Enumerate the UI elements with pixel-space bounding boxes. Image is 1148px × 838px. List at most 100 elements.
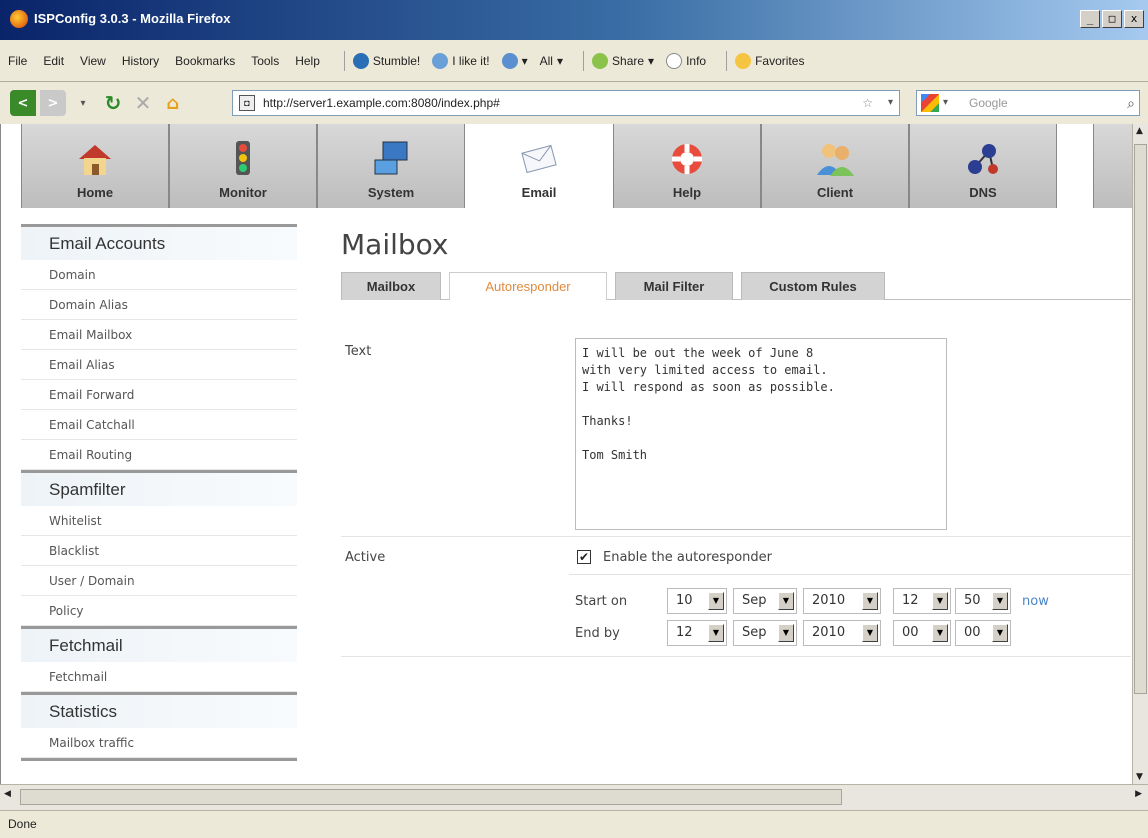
form-tabs: Mailbox Autoresponder Mail Filter Custom… bbox=[341, 270, 1131, 300]
navigation-bar: < > ▾ ↻ ✕ ⌂ ◘ http://server1.example.com… bbox=[0, 82, 1148, 124]
sidebar-heading-email-accounts: Email Accounts bbox=[21, 224, 297, 260]
scroll-left-icon[interactable]: ◀ bbox=[4, 789, 11, 799]
sidebar-item-mailbox-traffic[interactable]: Mailbox traffic bbox=[21, 728, 297, 758]
search-engine-dropdown-icon[interactable]: ▾ bbox=[943, 91, 948, 115]
menu-history[interactable]: History bbox=[122, 54, 159, 68]
end-month-select[interactable]: Sep ▼ bbox=[733, 620, 797, 646]
minimize-button[interactable]: _ bbox=[1080, 10, 1100, 28]
tab-client-label: Client bbox=[816, 185, 854, 200]
dropdown-arrow-icon: ▼ bbox=[708, 624, 724, 642]
menu-edit[interactable]: Edit bbox=[43, 54, 64, 68]
start-month-select[interactable]: Sep ▼ bbox=[733, 588, 797, 614]
chevron-down-icon: ▾ bbox=[556, 53, 564, 68]
search-placeholder: Google bbox=[969, 96, 1008, 110]
all-label: All bbox=[539, 53, 553, 68]
tab-system[interactable]: System bbox=[317, 124, 465, 208]
tab-monitor[interactable]: Monitor bbox=[169, 124, 317, 208]
tab-home[interactable]: Home bbox=[21, 124, 169, 208]
users-icon bbox=[815, 139, 855, 179]
sidebar-item-blacklist[interactable]: Blacklist bbox=[21, 536, 297, 566]
url-bar[interactable]: ◘ http://server1.example.com:8080/index.… bbox=[232, 90, 900, 116]
reload-icon[interactable]: ↻ bbox=[100, 90, 126, 116]
menu-bookmarks[interactable]: Bookmarks bbox=[175, 54, 235, 68]
scroll-down-icon[interactable]: ▼ bbox=[1136, 772, 1143, 782]
sidebar-item-domain[interactable]: Domain bbox=[21, 260, 297, 290]
history-dropdown-icon[interactable]: ▾ bbox=[70, 90, 96, 116]
start-minute-select[interactable]: 50 ▼ bbox=[955, 588, 1011, 614]
sidebar-heading-spamfilter: Spamfilter bbox=[21, 470, 297, 506]
stop-icon[interactable]: ✕ bbox=[130, 90, 156, 116]
scroll-up-icon[interactable]: ▲ bbox=[1136, 126, 1143, 136]
sidebar-item-domain-alias[interactable]: Domain Alias bbox=[21, 290, 297, 320]
row-divider bbox=[569, 574, 1131, 575]
start-hour-select[interactable]: 12 ▼ bbox=[893, 588, 951, 614]
share-label: Share bbox=[612, 53, 645, 68]
favorites-label: Favorites bbox=[755, 53, 805, 68]
tab-dns[interactable]: DNS bbox=[909, 124, 1057, 208]
end-day-select[interactable]: 12 ▼ bbox=[667, 620, 727, 646]
forward-button[interactable]: > bbox=[40, 90, 66, 116]
bookmark-star-icon[interactable]: ☆ bbox=[862, 91, 873, 115]
window-controls: _ □ x bbox=[1080, 10, 1144, 28]
sidebar-item-policy[interactable]: Policy bbox=[21, 596, 297, 626]
menu-help[interactable]: Help bbox=[295, 54, 320, 68]
close-button[interactable]: x bbox=[1124, 10, 1144, 28]
end-year-select[interactable]: 2010 ▼ bbox=[803, 620, 881, 646]
tab-mailbox[interactable]: Mailbox bbox=[341, 272, 441, 300]
maximize-button[interactable]: □ bbox=[1102, 10, 1122, 28]
tab-autoresponder[interactable]: Autoresponder bbox=[449, 272, 607, 300]
tab-email-label: Email bbox=[521, 185, 557, 200]
chevron-down-icon: ▾ bbox=[648, 53, 655, 68]
menu-bar: File Edit View History Bookmarks Tools H… bbox=[0, 40, 1148, 82]
sidebar-item-email-alias[interactable]: Email Alias bbox=[21, 350, 297, 380]
share-button[interactable]: Share ▾ bbox=[592, 52, 655, 69]
enable-autoresponder-checkbox[interactable]: ✔ bbox=[577, 550, 591, 564]
sidebar-item-email-catchall[interactable]: Email Catchall bbox=[21, 410, 297, 440]
search-box[interactable]: ▾ Google ⌕ bbox=[916, 90, 1140, 116]
stumble-button[interactable]: Stumble! bbox=[352, 52, 421, 69]
tab-client[interactable]: Client bbox=[761, 124, 909, 208]
url-dropdown-icon[interactable]: ▾ bbox=[888, 91, 893, 115]
info-button[interactable]: Info bbox=[666, 52, 706, 69]
tab-help[interactable]: Help bbox=[613, 124, 761, 208]
dislike-button[interactable]: ▾ bbox=[501, 52, 528, 69]
vertical-scroll-thumb[interactable] bbox=[1134, 144, 1147, 694]
sidebar-item-whitelist[interactable]: Whitelist bbox=[21, 506, 297, 536]
stumble-label: Stumble! bbox=[372, 53, 421, 68]
sidebar-divider bbox=[21, 758, 297, 761]
back-button[interactable]: < bbox=[10, 90, 36, 116]
start-day-select[interactable]: 10 ▼ bbox=[667, 588, 727, 614]
search-icon[interactable]: ⌕ bbox=[1127, 91, 1135, 115]
horizontal-scrollbar[interactable]: ◀ ▶ bbox=[0, 784, 1148, 810]
end-minute-value: 00 bbox=[964, 625, 981, 640]
sidebar-item-fetchmail[interactable]: Fetchmail bbox=[21, 662, 297, 692]
autoresponder-text-field[interactable]: I will be out the week of June 8 with ve… bbox=[575, 338, 947, 530]
end-hour-select[interactable]: 00 ▼ bbox=[893, 620, 951, 646]
horizontal-scroll-thumb[interactable] bbox=[20, 789, 842, 805]
tab-custom-rules[interactable]: Custom Rules bbox=[741, 272, 885, 300]
sidebar-item-email-mailbox[interactable]: Email Mailbox bbox=[21, 320, 297, 350]
tab-monitor-label: Monitor bbox=[219, 185, 267, 200]
start-year-select[interactable]: 2010 ▼ bbox=[803, 588, 881, 614]
sidebar-item-user-domain[interactable]: User / Domain bbox=[21, 566, 297, 596]
star-icon bbox=[735, 52, 752, 69]
thumbs-down-icon bbox=[501, 52, 518, 69]
like-button[interactable]: I like it! bbox=[432, 52, 490, 69]
now-link[interactable]: now bbox=[1022, 594, 1049, 609]
scroll-right-icon[interactable]: ▶ bbox=[1135, 789, 1142, 799]
all-button[interactable]: All ▾ bbox=[540, 54, 563, 68]
vertical-scrollbar[interactable]: ▲ ▼ bbox=[1132, 124, 1148, 784]
dropdown-arrow-icon: ▼ bbox=[778, 624, 794, 642]
tab-mail-filter[interactable]: Mail Filter bbox=[615, 272, 733, 300]
tab-email[interactable]: Email bbox=[465, 124, 613, 208]
speech-bubble-icon bbox=[666, 52, 683, 69]
sidebar-item-email-routing[interactable]: Email Routing bbox=[21, 440, 297, 470]
favorites-button[interactable]: Favorites bbox=[735, 52, 805, 69]
menu-view[interactable]: View bbox=[80, 54, 106, 68]
menu-file[interactable]: File bbox=[8, 54, 27, 68]
sidebar: Email Accounts Domain Domain Alias Email… bbox=[21, 224, 297, 761]
menu-tools[interactable]: Tools bbox=[251, 54, 279, 68]
sidebar-item-email-forward[interactable]: Email Forward bbox=[21, 380, 297, 410]
end-minute-select[interactable]: 00 ▼ bbox=[955, 620, 1011, 646]
home-icon[interactable]: ⌂ bbox=[160, 90, 186, 116]
